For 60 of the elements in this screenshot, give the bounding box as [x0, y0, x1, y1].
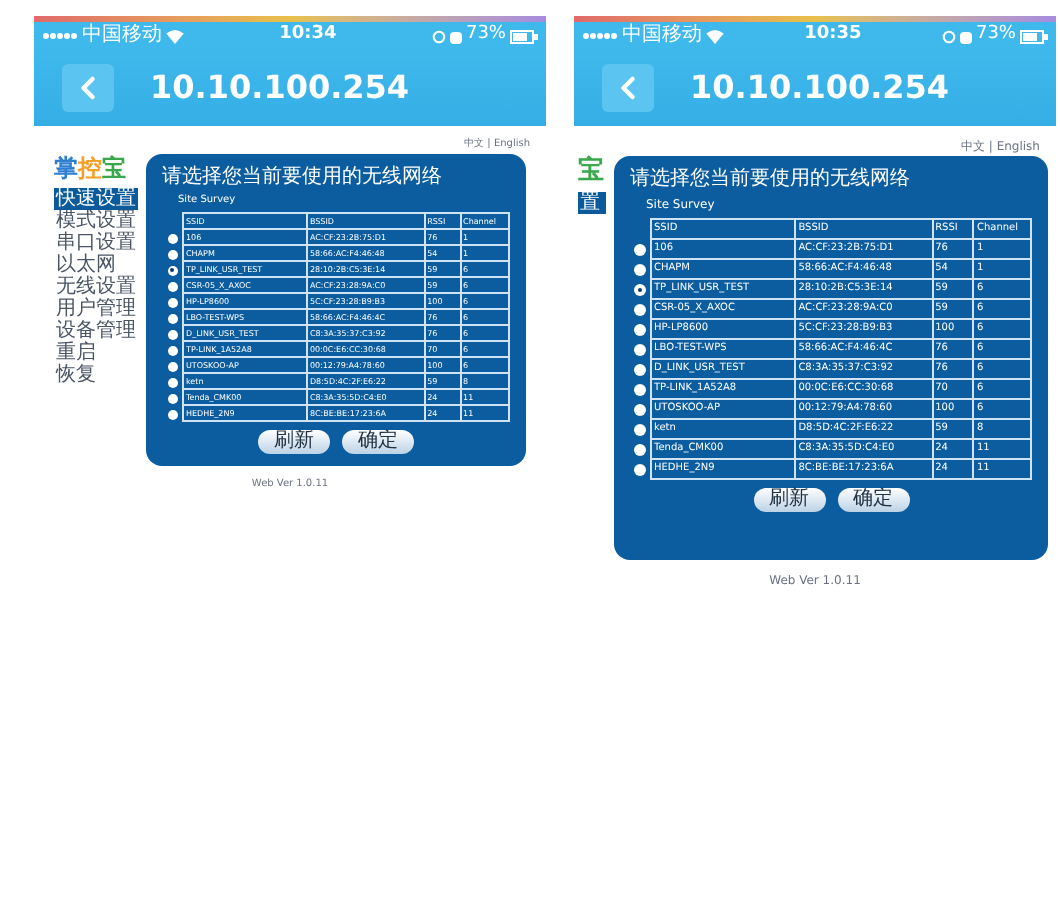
wifi-icon	[706, 29, 724, 43]
battery-icon	[1019, 29, 1048, 43]
radio-button[interactable]	[167, 265, 177, 275]
wifi-icon	[166, 29, 184, 43]
dialog-button[interactable]: 刷新	[753, 488, 825, 512]
radio-button[interactable]	[634, 444, 646, 456]
radio-button[interactable]	[167, 297, 177, 307]
radio-button[interactable]	[634, 384, 646, 396]
dialog-button[interactable]: 确定	[342, 430, 414, 454]
radio-button[interactable]	[634, 464, 646, 476]
radio-button[interactable]	[634, 324, 646, 336]
radio-button[interactable]	[634, 364, 646, 376]
battery-icon	[509, 29, 538, 43]
radio-button[interactable]	[634, 424, 646, 436]
logo-character: 宝	[578, 156, 604, 189]
page-title: 10.10.100.254	[690, 66, 950, 110]
lock-rotation-icon	[941, 29, 956, 43]
radio-button[interactable]	[167, 377, 177, 387]
logo-character: 控	[78, 153, 102, 183]
page-title: 10.10.100.254	[150, 66, 410, 110]
sidebar-item[interactable]: 用户管理	[54, 297, 138, 319]
radio-button[interactable]	[634, 304, 646, 316]
radio-button[interactable]	[167, 393, 177, 403]
sidebar-item[interactable]: 置	[578, 192, 606, 215]
radio-button[interactable]	[167, 329, 177, 339]
radio-button[interactable]	[634, 404, 646, 416]
sidebar-item[interactable]: 无线设置	[54, 275, 138, 297]
battery-percent: 73%	[465, 22, 506, 49]
signal-icon	[582, 32, 618, 40]
radio-button[interactable]	[167, 249, 177, 259]
radio-button[interactable]	[167, 361, 177, 371]
sidebar-item[interactable]: 恢复	[54, 363, 138, 385]
sidebar-item[interactable]: 以太网	[54, 253, 138, 275]
radio-button[interactable]	[634, 344, 646, 356]
lock-rotation-icon	[431, 29, 446, 43]
dialog-button[interactable]: 刷新	[258, 430, 330, 454]
signal-icon	[42, 32, 78, 40]
dialog-title: 请选择您当前要使用的无线网络	[630, 168, 912, 192]
status-time: 10:34	[279, 22, 337, 49]
logo-character: 掌	[54, 153, 78, 183]
carrier-name: 中国移动	[622, 26, 702, 46]
sidebar-item[interactable]: 串口设置	[54, 231, 138, 253]
radio-button[interactable]	[167, 233, 177, 243]
logo-character: 宝	[102, 153, 126, 183]
radio-button[interactable]	[634, 244, 646, 256]
radio-button[interactable]	[634, 284, 646, 296]
dialog-button[interactable]: 确定	[837, 488, 909, 512]
dialog-title: 请选择您当前要使用的无线网络	[162, 165, 444, 189]
sidebar-item[interactable]: 模式设置	[54, 209, 138, 231]
sidebar-item[interactable]: 快速设置	[54, 187, 138, 209]
radio-button[interactable]	[167, 409, 177, 419]
radio-button[interactable]	[167, 313, 177, 323]
status-time: 10:35	[804, 22, 862, 49]
sidebar-item[interactable]: 重启	[54, 341, 138, 363]
battery-percent: 73%	[975, 22, 1016, 49]
carrier-name: 中国移动	[82, 26, 162, 46]
sidebar-item[interactable]: 设备管理	[54, 319, 138, 341]
radio-button[interactable]	[167, 281, 177, 291]
radio-button[interactable]	[167, 345, 177, 355]
radio-button[interactable]	[634, 264, 646, 276]
